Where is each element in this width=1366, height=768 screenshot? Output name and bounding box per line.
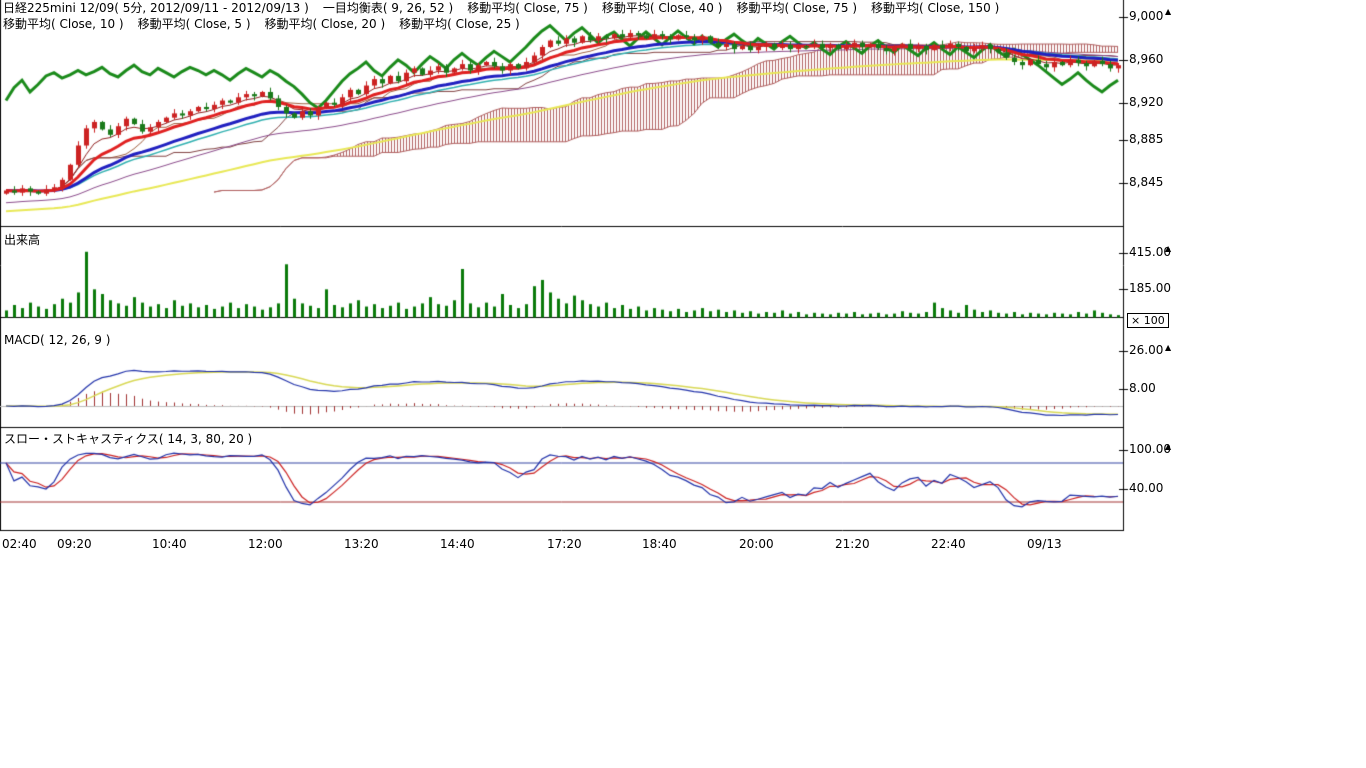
legend-item: 移動平均( Close, 10 ) <box>3 17 124 31</box>
chart-legend-line2: 移動平均( Close, 10 ) 移動平均( Close, 5 ) 移動平均( C… <box>3 17 534 32</box>
legend-item: 移動平均( Close, 20 ) <box>265 17 386 31</box>
x-axis-label: 09:20 <box>57 537 92 551</box>
legend-item: 日経225mini 12/09( 5分, 2012/09/11 - 2012/0… <box>3 1 309 15</box>
x-axis-label: 13:20 <box>344 537 379 551</box>
chart-legend-line1: 日経225mini 12/09( 5分, 2012/09/11 - 2012/0… <box>3 1 1013 16</box>
x-axis-label: 17:20 <box>547 537 582 551</box>
x-axis-label: 10:40 <box>152 537 187 551</box>
macd-axis-label: 26.00 <box>1129 343 1163 357</box>
price-axis-label: 8,885 <box>1129 132 1163 146</box>
legend-item: 移動平均( Close, 75 ) <box>736 1 857 15</box>
chart-canvas[interactable] <box>0 0 1180 532</box>
x-axis-label: 02:40 <box>2 537 37 551</box>
stoch-pane-scale-arrow-icon[interactable]: ▲ <box>1165 443 1171 451</box>
x-axis-label: 22:40 <box>931 537 966 551</box>
price-axis-label: 8,920 <box>1129 95 1163 109</box>
x-axis-label: 21:20 <box>835 537 870 551</box>
stoch-axis-label: 40.00 <box>1129 481 1163 495</box>
macd-pane-label: MACD( 12, 26, 9 ) <box>4 333 110 347</box>
stoch-pane-label: スロー・ストキャスティクス( 14, 3, 80, 20 ) <box>4 430 252 447</box>
price-axis-label: 9,000 <box>1129 9 1163 23</box>
price-axis-label: 8,960 <box>1129 52 1163 66</box>
x-axis-label: 12:00 <box>248 537 283 551</box>
x-axis-label: 20:00 <box>739 537 774 551</box>
volume-multiplier-badge: × 100 <box>1127 313 1169 328</box>
x-axis-label: 14:40 <box>440 537 475 551</box>
legend-item: 移動平均( Close, 25 ) <box>399 17 520 31</box>
legend-item: 移動平均( Close, 75 ) <box>467 1 588 15</box>
volume-pane-scale-arrow-icon[interactable]: ▲ <box>1165 245 1171 253</box>
legend-item: 一目均衡表( 9, 26, 52 ) <box>323 1 453 15</box>
macd-axis-label: 8.00 <box>1129 381 1156 395</box>
volume-pane-label: 出来高 <box>4 231 40 248</box>
trading-chart-app: 日経225mini 12/09( 5分, 2012/09/11 - 2012/0… <box>0 0 1366 768</box>
macd-pane-scale-arrow-icon[interactable]: ▲ <box>1165 344 1171 352</box>
price-pane-scale-arrow-icon[interactable]: ▲ <box>1165 8 1171 16</box>
price-axis-label: 8,845 <box>1129 175 1163 189</box>
x-axis-label: 18:40 <box>642 537 677 551</box>
legend-item: 移動平均( Close, 150 ) <box>871 1 999 15</box>
legend-item: 移動平均( Close, 40 ) <box>602 1 723 15</box>
legend-item: 移動平均( Close, 5 ) <box>138 17 251 31</box>
x-axis-label: 09/13 <box>1027 537 1062 551</box>
volume-axis-label: 185.00 <box>1129 281 1171 295</box>
